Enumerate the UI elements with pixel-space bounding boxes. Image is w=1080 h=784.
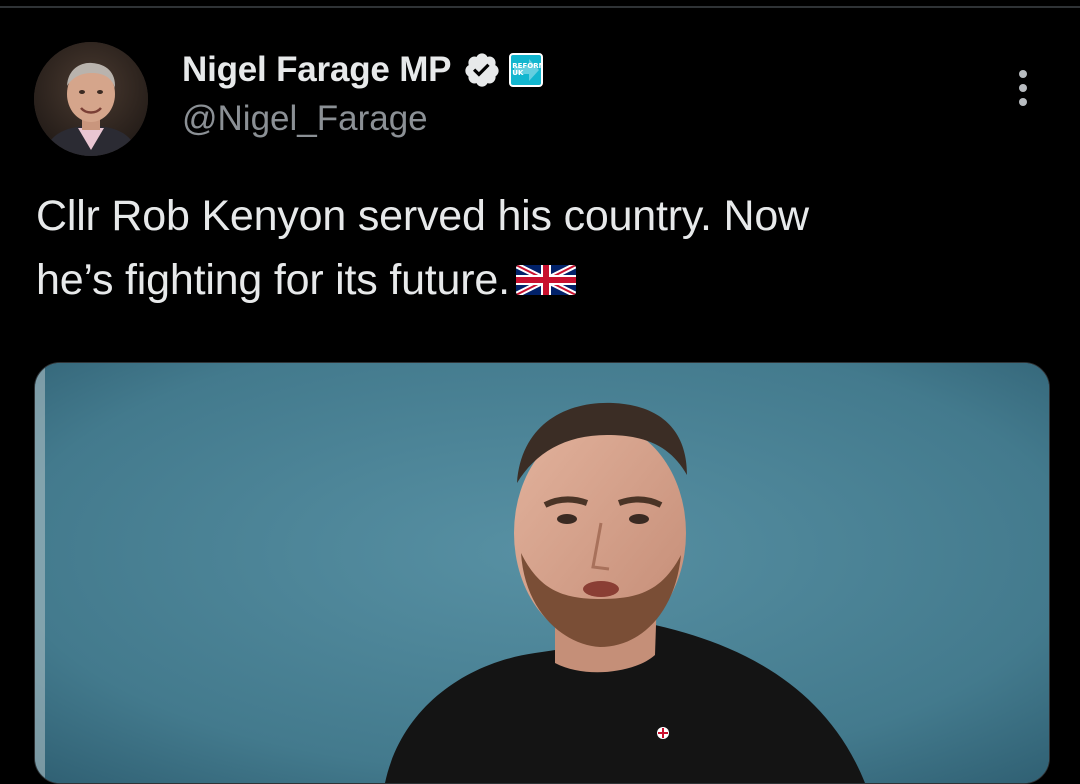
verified-badge-icon[interactable] bbox=[463, 51, 501, 89]
more-dot bbox=[1019, 84, 1027, 92]
more-options-icon[interactable] bbox=[1008, 66, 1038, 110]
man-in-black-tshirt-photo bbox=[35, 363, 1049, 783]
reform-uk-badge-icon[interactable]: REFORM UK bbox=[509, 53, 544, 87]
tweet-text: Cllr Rob Kenyon served his country. Now … bbox=[36, 184, 1036, 312]
author-avatar[interactable] bbox=[34, 42, 148, 156]
tweet-text-line: he’s fighting for its future. bbox=[36, 256, 510, 304]
union-jack-flag-icon bbox=[515, 254, 576, 295]
badge-text: REFORM UK bbox=[512, 62, 544, 77]
top-divider bbox=[0, 6, 1080, 8]
more-dot bbox=[1019, 70, 1027, 78]
more-dot bbox=[1019, 98, 1027, 106]
author-handle[interactable]: @Nigel_Farage bbox=[182, 99, 428, 139]
author-name-row: Nigel Farage MP REFORM UK bbox=[182, 47, 544, 93]
avatar-photo bbox=[34, 42, 148, 156]
tweet-text-line-2: he’s fighting for its future. bbox=[36, 248, 1036, 312]
tweet-media-photo[interactable] bbox=[34, 362, 1050, 784]
author-display-name[interactable]: Nigel Farage MP bbox=[182, 50, 451, 90]
tweet-text-line: Cllr Rob Kenyon served his country. Now bbox=[36, 192, 809, 240]
